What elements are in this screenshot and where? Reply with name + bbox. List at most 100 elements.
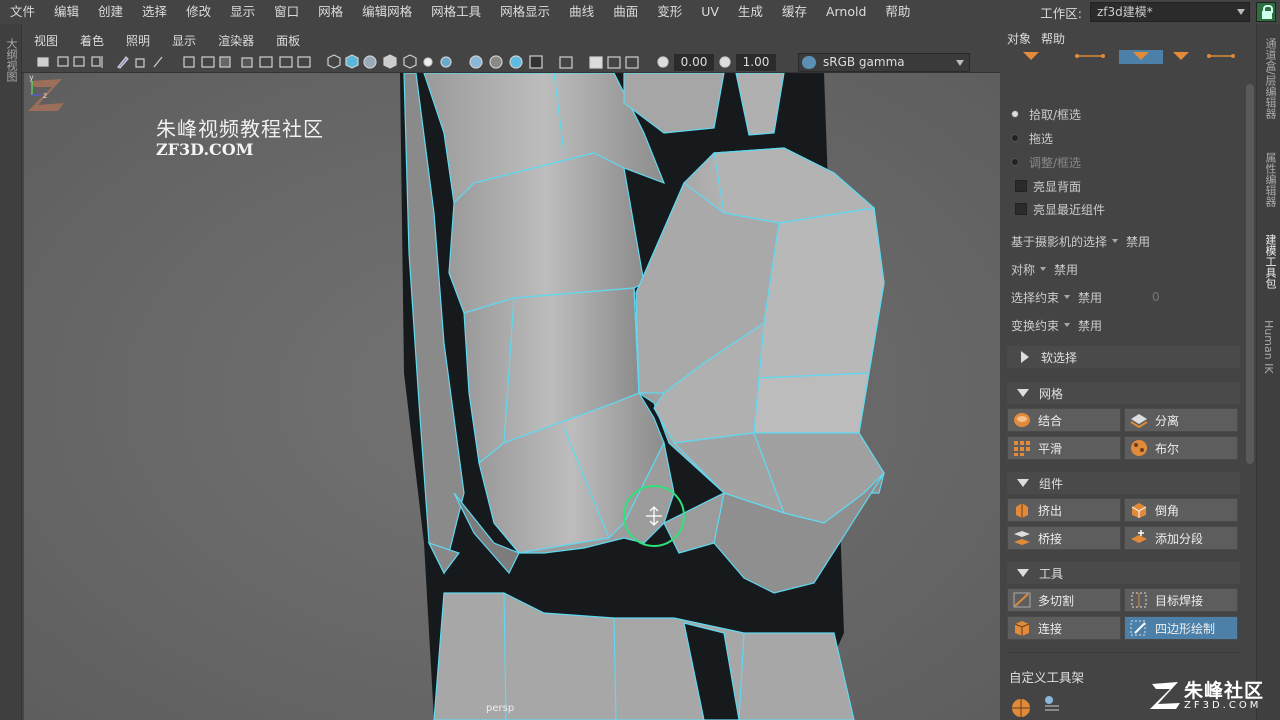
corner-watermark: 朱峰社区 ZF3D.COM xyxy=(1148,676,1278,716)
menu-display[interactable]: 显示 xyxy=(220,0,264,24)
menu-uv[interactable]: UV xyxy=(691,0,728,24)
checkbox-box[interactable] xyxy=(1015,180,1027,192)
menu-mesh-tools[interactable]: 网格工具 xyxy=(421,0,490,24)
menu-arnold[interactable]: Arnold xyxy=(816,0,875,24)
viewport-toolbar-icons[interactable] xyxy=(22,51,782,73)
menu-select[interactable]: 选择 xyxy=(132,0,176,24)
menu-file[interactable]: 文件 xyxy=(0,0,44,24)
menu-edit-mesh[interactable]: 编辑网格 xyxy=(352,0,421,24)
separate-icon xyxy=(1130,414,1148,429)
panel-menu-renderer[interactable]: 渲染器 xyxy=(206,32,264,49)
color-space-dropdown[interactable]: sRGB gamma xyxy=(798,53,970,72)
toolkit-menu-object[interactable]: 对象 xyxy=(1003,30,1037,50)
checkbox-highlight-backfaces[interactable]: 亮显背面 xyxy=(1015,176,1081,196)
separate-button[interactable]: 分离 xyxy=(1124,408,1238,432)
toolkit-scrollbar[interactable] xyxy=(1246,84,1254,464)
option-label: 基于摄影机的选择 xyxy=(1011,234,1108,249)
tab-outliner[interactable]: 大纲视图 xyxy=(3,38,19,82)
add-divisions-icon xyxy=(1131,530,1147,543)
custom-shelf-title: 自定义工具架 xyxy=(1009,670,1085,685)
bevel-button[interactable]: 倒角 xyxy=(1124,498,1238,522)
section-tools[interactable]: 工具 xyxy=(1007,562,1240,584)
tab-attribute-editor[interactable]: 属性编辑器 xyxy=(1262,152,1278,207)
checkbox-highlight-nearest[interactable]: 亮显最近组件 xyxy=(1015,199,1105,219)
checkbox-box[interactable] xyxy=(1015,203,1027,215)
bevel-icon xyxy=(1131,503,1147,518)
chevron-down-icon[interactable] xyxy=(1040,267,1047,271)
perspective-viewport[interactable]: 朱峰视频教程社区 ZF3D.COM y z persp xyxy=(24,73,1000,720)
modeling-toolkit-panel: 对象 帮助 拾取/框选 拖选 调整/框选 亮显背面 亮显最近组件 基于摄影机的选… xyxy=(1003,24,1256,720)
panel-menu-lighting[interactable]: 照明 xyxy=(114,32,160,49)
panel-menu-show[interactable]: 显示 xyxy=(160,32,206,49)
exposure-field[interactable]: 0.00 xyxy=(674,54,714,71)
color-management-icon[interactable] xyxy=(802,56,816,69)
radio-pick-marquee[interactable]: 拾取/框选 xyxy=(1011,104,1081,124)
tab-channel-box[interactable]: 通道盒/层编辑器 xyxy=(1262,38,1278,119)
menu-modify[interactable]: 修改 xyxy=(176,0,220,24)
menu-generate[interactable]: 生成 xyxy=(728,0,772,24)
menu-mesh-display[interactable]: 网格显示 xyxy=(490,0,559,24)
option-transform-constraint[interactable]: 变换约束 禁用 xyxy=(1011,315,1102,335)
extrude-button[interactable]: 挤出 xyxy=(1007,498,1121,522)
tab-human-ik[interactable]: Human IK xyxy=(1262,320,1275,374)
workspace-dropdown[interactable]: zf3d建模* xyxy=(1090,2,1250,22)
bridge-button[interactable]: 桥接 xyxy=(1007,526,1121,550)
target-weld-button[interactable]: 目标焊接 xyxy=(1124,588,1238,612)
zf3d-corner-logo-icon xyxy=(1150,682,1180,709)
button-label: 桥接 xyxy=(1038,531,1063,546)
quad-draw-button[interactable]: 四边形绘制 xyxy=(1124,616,1238,640)
lock-icon[interactable] xyxy=(1256,2,1276,22)
tab-modeling-toolkit[interactable]: 建模工具包 xyxy=(1262,234,1278,289)
multi-cut-button[interactable]: 多切割 xyxy=(1007,588,1121,612)
menu-cache[interactable]: 缓存 xyxy=(772,0,816,24)
collapse-arrow-icon xyxy=(1017,569,1029,577)
panel-menu-view[interactable]: 视图 xyxy=(22,32,68,49)
workspace-value: zf3d建模* xyxy=(1097,5,1153,19)
add-divisions-button[interactable]: 添加分段 xyxy=(1124,526,1238,550)
boolean-button[interactable]: 布尔 xyxy=(1124,436,1238,460)
gamma-field[interactable]: 1.00 xyxy=(736,54,776,71)
section-title: 网格 xyxy=(1039,386,1064,401)
button-label: 多切割 xyxy=(1038,593,1075,608)
section-components[interactable]: 组件 xyxy=(1007,472,1240,494)
workspace-label: 工作区: xyxy=(1040,5,1082,21)
toolkit-menu-help[interactable]: 帮助 xyxy=(1037,30,1071,50)
menu-mesh[interactable]: 网格 xyxy=(308,0,352,24)
section-soft-select[interactable]: 软选择 xyxy=(1007,346,1240,368)
option-camera-based-selection[interactable]: 基于摄影机的选择 禁用 xyxy=(1011,231,1150,251)
axis-gizmo-icon: y z xyxy=(29,73,47,100)
radio-tweak-marquee[interactable]: 调整/框选 xyxy=(1011,152,1081,172)
combine-button[interactable]: 结合 xyxy=(1007,408,1121,432)
watermark-title: 朱峰视频教程社区 xyxy=(156,117,324,141)
button-label: 四边形绘制 xyxy=(1155,621,1216,636)
menu-help[interactable]: 帮助 xyxy=(875,0,919,24)
connect-button[interactable]: 连接 xyxy=(1007,616,1121,640)
menu-curves[interactable]: 曲线 xyxy=(559,0,603,24)
radio-drag[interactable]: 拖选 xyxy=(1011,128,1053,148)
button-label: 倒角 xyxy=(1155,503,1180,518)
section-title: 软选择 xyxy=(1041,350,1078,365)
right-tab-strip: 通道盒/层编辑器 属性编辑器 建模工具包 Human IK xyxy=(1256,24,1280,720)
chevron-down-icon[interactable] xyxy=(1064,295,1071,299)
checkbox-label: 亮显背面 xyxy=(1033,179,1082,194)
smooth-button[interactable]: 平滑 xyxy=(1007,436,1121,460)
target-weld-icon xyxy=(1131,592,1147,608)
section-mesh[interactable]: 网格 xyxy=(1007,382,1240,404)
option-value: 禁用 xyxy=(1054,262,1079,277)
option-selection-constraint[interactable]: 选择约束 禁用 0 xyxy=(1011,287,1160,307)
panel-menu-shading[interactable]: 着色 xyxy=(68,32,114,49)
panel-menubar: 视图 着色 照明 显示 渲染器 面板 xyxy=(22,30,1000,50)
menu-deform[interactable]: 变形 xyxy=(647,0,691,24)
panel-menu-panels[interactable]: 面板 xyxy=(264,32,310,49)
chevron-down-icon[interactable] xyxy=(1112,239,1119,243)
menu-create[interactable]: 创建 xyxy=(88,0,132,24)
selection-mode-icons[interactable] xyxy=(1023,50,1243,66)
menu-window[interactable]: 窗口 xyxy=(264,0,308,24)
menu-edit[interactable]: 编辑 xyxy=(44,0,88,24)
chevron-down-icon[interactable] xyxy=(1064,323,1071,327)
custom-shelf-icons[interactable] xyxy=(1009,692,1069,718)
option-symmetry[interactable]: 对称 禁用 xyxy=(1011,259,1078,279)
menu-surfaces[interactable]: 曲面 xyxy=(603,0,647,24)
collapse-arrow-icon xyxy=(1017,389,1029,397)
button-label: 挤出 xyxy=(1038,503,1063,518)
